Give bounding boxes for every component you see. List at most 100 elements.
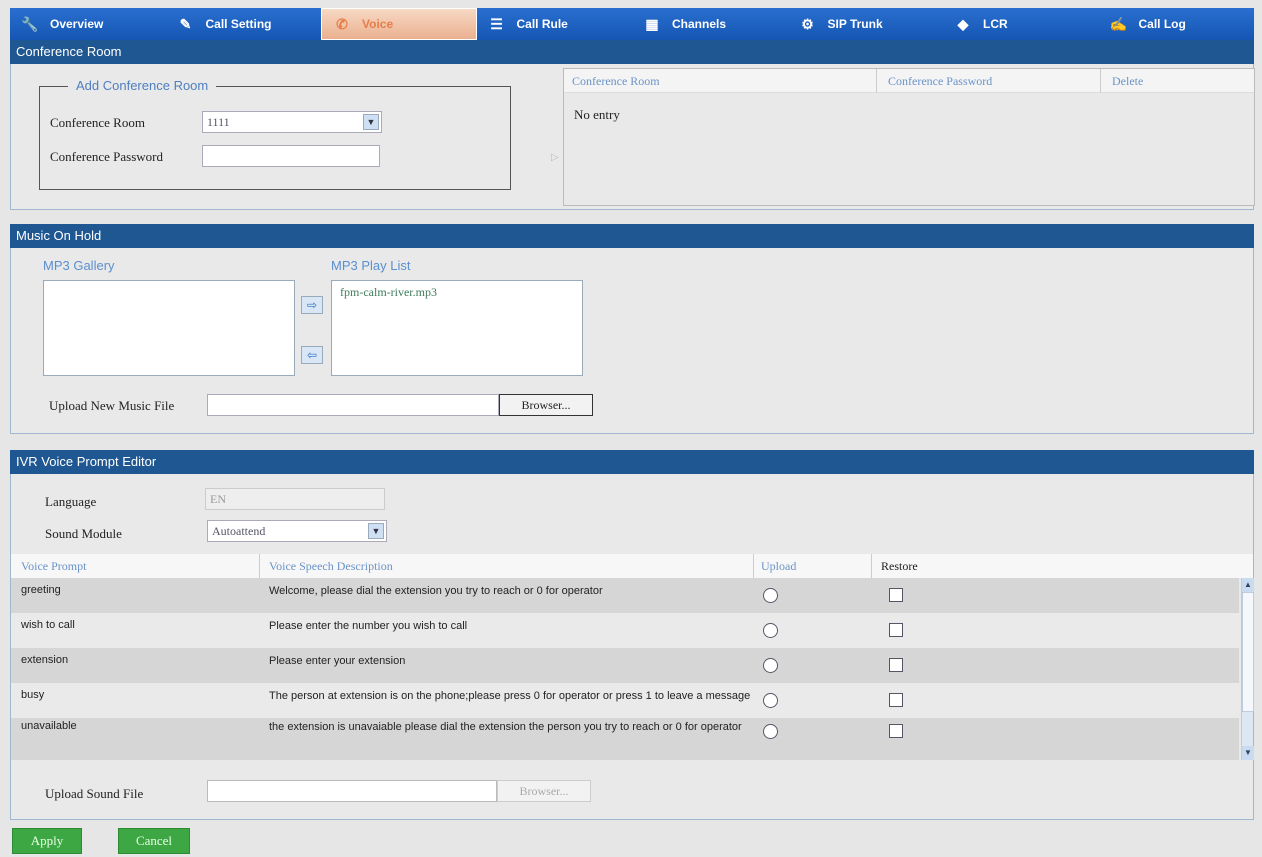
table-row: wish to call Please enter the number you…: [11, 613, 1239, 648]
prompt-description: Please enter your extension: [269, 655, 406, 667]
conference-section-header: Conference Room: [10, 40, 1254, 64]
restore-checkbox[interactable]: [889, 588, 903, 602]
col-delete: Delete: [1112, 74, 1144, 88]
tab-label: SIP Trunk: [827, 17, 883, 31]
add-conference-fieldset: Add Conference Room Conference Room 1111…: [39, 78, 511, 190]
conference-room-table: Conference Room Conference Password Dele…: [563, 68, 1255, 206]
tab-call-log[interactable]: ✍ Call Log: [1099, 8, 1255, 40]
col-divider: [871, 554, 872, 578]
upload-sound-input[interactable]: [207, 780, 497, 802]
table-row: greeting Welcome, please dial the extens…: [11, 578, 1239, 613]
prompt-description: The person at extension is on the phone;…: [269, 690, 751, 702]
prompt-name: busy: [21, 689, 45, 701]
restore-checkbox[interactable]: [889, 724, 903, 738]
upload-music-input[interactable]: [207, 394, 499, 416]
scroll-up-icon[interactable]: ▲: [1242, 578, 1254, 592]
arrow-left-icon: ⇦: [306, 348, 318, 362]
log-icon: ✍: [1109, 16, 1128, 32]
col-divider: [876, 69, 877, 93]
restore-checkbox[interactable]: [889, 693, 903, 707]
tab-label: Channels: [672, 17, 727, 31]
no-entry-text: No entry: [574, 107, 620, 122]
prompt-name: greeting: [21, 584, 61, 596]
tab-overview[interactable]: 🔧 Overview: [10, 8, 166, 40]
ivr-scrollbar[interactable]: ▲ ▼: [1241, 578, 1254, 760]
playlist-item[interactable]: fpm-calm-river.mp3: [332, 281, 582, 304]
tab-label: LCR: [983, 17, 1008, 31]
col-restore: Restore: [881, 559, 918, 573]
lcr-icon: ◆: [957, 16, 969, 32]
upload-radio[interactable]: [763, 658, 778, 673]
moh-panel: MP3 Gallery ⇨ ⇦ MP3 Play List fpm-calm-r…: [10, 248, 1254, 434]
tab-label: Voice: [362, 17, 394, 31]
ivr-panel: Language EN Sound Module Autoattend ▼ Vo…: [10, 474, 1254, 820]
tab-sip-trunk[interactable]: ⚙ SIP Trunk: [788, 8, 944, 40]
col-upload: Upload: [761, 559, 797, 573]
remove-from-playlist-button[interactable]: ⇦: [301, 346, 323, 364]
scroll-down-icon[interactable]: ▼: [1242, 746, 1254, 760]
tab-label: Call Rule: [516, 17, 568, 31]
upload-radio[interactable]: [763, 588, 778, 603]
panel-splitter[interactable]: ▷: [549, 92, 561, 230]
prompt-name: extension: [21, 654, 69, 666]
col-conference-password: Conference Password: [888, 74, 993, 88]
language-label: Language: [45, 494, 97, 509]
rule-icon: ☰: [490, 16, 503, 32]
tab-call-rule[interactable]: ☰ Call Rule: [477, 8, 633, 40]
prompt-description: the extension is unavaiable please dial …: [269, 721, 742, 733]
conference-room-label: Conference Room: [50, 115, 145, 130]
conference-password-input[interactable]: [202, 145, 380, 167]
ivr-section-header: IVR Voice Prompt Editor: [10, 450, 1254, 474]
col-voice-prompt: Voice Prompt: [21, 559, 87, 573]
scroll-thumb[interactable]: [1242, 592, 1254, 712]
upload-radio[interactable]: [763, 623, 778, 638]
prompt-name: unavailable: [21, 720, 77, 732]
cancel-button[interactable]: Cancel: [118, 828, 190, 854]
mp3-playlist-list[interactable]: fpm-calm-river.mp3: [331, 280, 583, 376]
ivr-table-header: Voice Prompt Voice Speech Description Up…: [11, 554, 1253, 578]
upload-radio[interactable]: [763, 693, 778, 708]
tab-channels[interactable]: ▦ Channels: [632, 8, 788, 40]
upload-sound-label: Upload Sound File: [45, 786, 144, 801]
table-row: extension Please enter your extension: [11, 648, 1239, 683]
sound-module-value: Autoattend: [212, 524, 266, 538]
browse-sound-button: Browser...: [497, 780, 591, 802]
conference-password-label: Conference Password: [50, 149, 163, 164]
chevron-down-icon: ▼: [368, 523, 384, 539]
mp3-playlist-label: MP3 Play List: [331, 258, 411, 273]
add-to-playlist-button[interactable]: ⇨: [301, 296, 323, 314]
upload-music-label: Upload New Music File: [49, 398, 175, 413]
conference-room-select[interactable]: 1111 ▼: [202, 111, 382, 133]
table-row: unavailable the extension is unavaiable …: [11, 718, 1239, 760]
tab-call-setting[interactable]: ✎ Call Setting: [166, 8, 322, 40]
pencil-icon: ✎: [179, 16, 192, 32]
prompt-description: Welcome, please dial the extension you t…: [269, 585, 603, 597]
trunk-icon: ⚙: [801, 16, 814, 32]
ivr-table-body: greeting Welcome, please dial the extens…: [11, 578, 1239, 760]
prompt-name: wish to call: [21, 619, 75, 631]
conference-table-header: Conference Room Conference Password Dele…: [564, 69, 1254, 93]
tab-lcr[interactable]: ◆ LCR: [943, 8, 1099, 40]
prompt-description: Please enter the number you wish to call: [269, 620, 468, 632]
mp3-gallery-label: MP3 Gallery: [43, 258, 115, 273]
col-voice-description: Voice Speech Description: [269, 559, 393, 573]
tab-label: Overview: [50, 17, 104, 31]
tab-label: Call Setting: [205, 17, 272, 31]
col-divider: [753, 554, 754, 578]
sound-module-select[interactable]: Autoattend ▼: [207, 520, 387, 542]
top-navigation: 🔧 Overview ✎ Call Setting ✆ Voice ☰ Call Rul…: [10, 8, 1254, 40]
arrow-right-icon: ⇨: [306, 298, 318, 312]
conference-room-value: 1111: [207, 115, 230, 129]
upload-radio[interactable]: [763, 724, 778, 739]
moh-section-header: Music On Hold: [10, 224, 1254, 248]
wrench-icon: 🔧: [21, 16, 39, 32]
tab-voice[interactable]: ✆ Voice: [321, 8, 477, 40]
mp3-gallery-list[interactable]: [43, 280, 295, 376]
restore-checkbox[interactable]: [889, 658, 903, 672]
browse-music-button[interactable]: Browser...: [499, 394, 593, 416]
splitter-arrow-icon: ▷: [551, 152, 559, 163]
table-row: busy The person at extension is on the p…: [11, 683, 1239, 718]
voice-icon: ✆: [336, 16, 348, 32]
restore-checkbox[interactable]: [889, 623, 903, 637]
apply-button[interactable]: Apply: [12, 828, 82, 854]
